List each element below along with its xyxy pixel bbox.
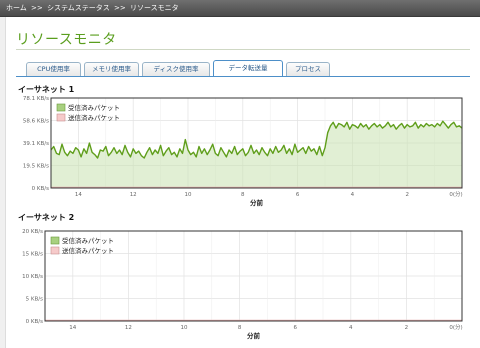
y-tick-label: 78.1 KB/s [23, 96, 49, 102]
x-tick-label: 4 [349, 325, 353, 331]
page-title: リソースモニタ [16, 32, 117, 48]
tab-cpu[interactable]: CPU使用率 [26, 62, 81, 76]
tab-memory[interactable]: メモリ使用率 [84, 62, 139, 76]
title-divider [16, 49, 470, 50]
y-tick-label: 0 KB/s [26, 319, 43, 325]
y-tick-label: 5 KB/s [26, 297, 43, 303]
breadcrumb-separator: >> [31, 4, 43, 12]
breadcrumb-status-link[interactable]: システムステータス [47, 4, 110, 12]
legend-received-label: 受信済みパケット [68, 103, 120, 112]
y-tick-label: 0 KB/s [32, 186, 49, 192]
x-tick-label: 14 [69, 325, 76, 331]
y-tick-label: 58.6 KB/s [23, 119, 49, 125]
tab-process[interactable]: プロセス [286, 62, 330, 76]
y-tick-label: 39.1 KB/s [23, 141, 49, 147]
x-tick-label: 2 [405, 325, 409, 331]
legend-received-swatch [56, 103, 66, 112]
legend-sent-swatch [56, 113, 66, 122]
legend-sent-swatch [50, 246, 60, 255]
breadcrumb-separator: >> [114, 4, 126, 12]
breadcrumb-home-link[interactable]: ホーム [6, 4, 27, 12]
x-tick-label: 8 [238, 325, 242, 331]
x-tick-label: 6 [293, 325, 297, 331]
ethernet2-chart: 0 KB/s 5 KB/s 10 KB/s 15 KB/s 20 KB/s 14 12 10 8… [22, 229, 463, 340]
x-tick-label: 4 [351, 192, 355, 198]
y-tick-label: 10 KB/s [22, 274, 43, 280]
y-tick-label: 20 KB/s [22, 229, 43, 235]
legend-received-label: 受信済みパケット [62, 236, 114, 245]
x-tick-label: 6 [296, 192, 300, 198]
x-axis-title: 分前 [250, 198, 264, 207]
x-tick-label: 8 [241, 192, 245, 198]
x-tick-label: 2 [405, 192, 409, 198]
x-tick-label: 14 [75, 192, 82, 198]
ethernet1-title: イーサネット 1 [18, 85, 75, 94]
tab-data-transfer[interactable]: データ転送量 [213, 60, 283, 76]
ethernet1-chart: 0 KB/s 19.5 KB/s 39.1 KB/s 58.6 KB/s 78.1 KB… [23, 96, 463, 207]
legend-sent-label: 送信済みパケット [62, 246, 114, 255]
legend-received-swatch [50, 236, 60, 245]
ethernet2-title: イーサネット 2 [18, 213, 75, 222]
x-tick-label: 10 [181, 325, 188, 331]
tab-underline [16, 76, 470, 77]
x-tick-label: 10 [185, 192, 192, 198]
legend-sent-label: 送信済みパケット [68, 113, 120, 122]
y-tick-label: 15 KB/s [22, 252, 43, 258]
x-tick-label: 12 [125, 325, 132, 331]
breadcrumb: ホーム >> システムステータス >> リソースモニタ [0, 0, 480, 17]
y-tick-label: 19.5 KB/s [23, 164, 49, 170]
breadcrumb-current: リソースモニタ [130, 4, 179, 12]
x-tick-label: 0(分) [449, 190, 462, 198]
tab-disk[interactable]: ディスク使用率 [142, 62, 210, 76]
x-tick-label: 0(分) [449, 323, 462, 331]
x-axis-title: 分前 [247, 331, 261, 340]
x-tick-label: 12 [130, 192, 137, 198]
